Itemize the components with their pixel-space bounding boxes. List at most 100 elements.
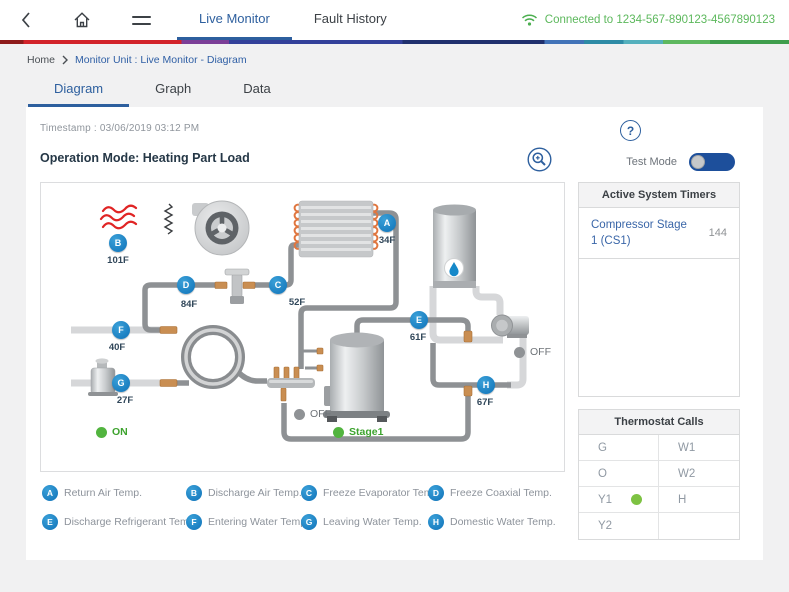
legend-label: Discharge Air Temp. (208, 487, 302, 499)
home-icon[interactable] (72, 10, 92, 30)
thermostat-cell-W1: W1 (659, 435, 739, 461)
sensor-badge-A: A (378, 214, 396, 232)
thermostat-active-dot (631, 494, 642, 505)
legend-label: Return Air Temp. (64, 487, 142, 499)
legend-badge: F (186, 514, 202, 530)
legend-label: Freeze Coaxial Temp. (450, 487, 552, 499)
thermostat-calls-panel: Thermostat Calls GW1OW2Y1HY2 (578, 409, 740, 540)
sensor-badge-B: B (109, 234, 127, 252)
sensor-legend: AReturn Air Temp.BDischarge Air Temp.CFr… (40, 485, 565, 530)
legend-badge: E (42, 514, 58, 530)
test-mode-label: Test Mode (626, 156, 677, 168)
sensor-temp-D: 84F (181, 299, 197, 310)
toggle-knob (691, 155, 705, 169)
status-dot (333, 427, 344, 438)
thermostat-cell-W2: W2 (659, 461, 739, 487)
legend-label: Freeze Evaporator Temp. (323, 487, 441, 499)
thermostat-cell-H: H (659, 487, 739, 513)
legend-badge: G (301, 514, 317, 530)
sensor-temp-F: 40F (109, 342, 125, 353)
operation-mode: Operation Mode: Heating Part Load (40, 151, 250, 165)
wifi-icon (521, 13, 538, 27)
water-tank (433, 205, 476, 289)
test-mode-toggle[interactable] (689, 153, 735, 171)
legend-badge: A (42, 485, 58, 501)
legend-label: Entering Water Temp. (208, 516, 309, 528)
hot-air-waves-icon (101, 206, 136, 229)
sensor-badge-H: H (477, 376, 495, 394)
legend-item-C: CFreeze Evaporator Temp. (301, 485, 428, 501)
status-indicator-off: OFF (294, 408, 331, 420)
sensor-badge-F: F (112, 321, 130, 339)
sensor-temp-G: 27F (117, 395, 133, 406)
legend-label: Leaving Water Temp. (323, 516, 422, 528)
timer-name[interactable]: Compressor Stage 1 (CS1) (591, 217, 695, 249)
status-label: OFF (530, 346, 551, 358)
tab-graph[interactable]: Graph (129, 74, 217, 107)
test-mode-control: Test Mode (626, 153, 735, 171)
legend-item-F: FEntering Water Temp. (186, 514, 301, 530)
legend-item-A: A Return Air Temp. (42, 485, 186, 501)
thermostat-cell-Y1: Y1 (579, 487, 659, 513)
status-dot (514, 347, 525, 358)
legend-item-B: B Discharge Air Temp. (186, 485, 301, 501)
live-monitor-card: Timestamp : 03/06/2019 03:12 PM ? Operat… (26, 107, 763, 560)
thermostat-label: W2 (678, 468, 695, 480)
legend-badge: C (301, 485, 317, 501)
header-tab-live-monitor[interactable]: Live Monitor (177, 0, 292, 40)
legend-item-E: EDischarge Refrigerant Temp. (42, 514, 186, 530)
zoom-in-icon[interactable] (527, 147, 552, 177)
connection-status: Connected to 1234-567-890123-4567890123 (521, 13, 775, 27)
status-label: Stage1 (349, 426, 383, 438)
status-dot (96, 427, 107, 438)
sensor-temp-E: 61F (410, 332, 426, 343)
sensor-badge-D: D (177, 276, 195, 294)
thermostat-label: Y2 (598, 520, 612, 532)
timestamp: Timestamp : 03/06/2019 03:12 PM (40, 123, 199, 134)
breadcrumb-chevron-icon (61, 55, 69, 65)
sensor-badge-E: E (410, 311, 428, 329)
sensor-badge-C: C (269, 276, 287, 294)
status-indicator-stage1: Stage1 (333, 426, 383, 438)
sensor-temp-C: 52F (289, 297, 305, 308)
status-indicator-on: ON (96, 426, 128, 438)
thermostat-label: H (678, 494, 686, 506)
compressor (323, 333, 390, 423)
legend-badge: D (428, 485, 444, 501)
timer-value: 144 (709, 227, 727, 239)
thermostat-cell-G: G (579, 435, 659, 461)
thermostat-title: Thermostat Calls (579, 410, 739, 435)
timers-title: Active System Timers (579, 183, 739, 208)
thermostat-cell-Y2: Y2 (579, 513, 659, 539)
sensor-badge-G: G (112, 374, 130, 392)
legend-badge: H (428, 514, 444, 530)
status-dot (294, 409, 305, 420)
help-icon[interactable]: ? (620, 120, 641, 141)
status-label: OFF (310, 408, 331, 420)
thermostat-grid: GW1OW2Y1HY2 (579, 435, 739, 539)
legend-item-G: G Leaving Water Temp. (301, 514, 428, 530)
blower-fan (192, 201, 249, 255)
legend-item-H: HDomestic Water Temp. (428, 514, 565, 530)
top-bar: Live Monitor Fault History Connected to … (0, 0, 789, 40)
legend-label: Discharge Refrigerant Temp. (64, 516, 197, 528)
back-icon[interactable] (16, 10, 36, 30)
coaxial-coil (186, 330, 240, 384)
menu-icon[interactable] (132, 16, 151, 25)
breadcrumb-path: Monitor Unit : Live Monitor - Diagram (75, 54, 247, 66)
header-tab-fault-history[interactable]: Fault History (292, 0, 409, 40)
legend-badge: B (186, 485, 202, 501)
connection-text: Connected to 1234-567-890123-4567890123 (545, 14, 775, 26)
sensor-temp-H: 67F (477, 397, 493, 408)
tab-data[interactable]: Data (217, 74, 296, 107)
thermostat-label: Y1 (598, 494, 612, 506)
breadcrumb: Home Monitor Unit : Live Monitor - Diagr… (0, 44, 789, 68)
legend-item-D: D Freeze Coaxial Temp. (428, 485, 565, 501)
reversing-valve (267, 378, 315, 388)
thermostat-label: G (598, 442, 607, 454)
timer-row[interactable]: Compressor Stage 1 (CS1) 144 (579, 208, 739, 259)
timer-rows: Compressor Stage 1 (CS1) 144 (579, 208, 739, 259)
tab-diagram[interactable]: Diagram (28, 74, 129, 107)
breadcrumb-home[interactable]: Home (27, 54, 55, 66)
right-column: Active System Timers Compressor Stage 1 … (578, 182, 740, 540)
